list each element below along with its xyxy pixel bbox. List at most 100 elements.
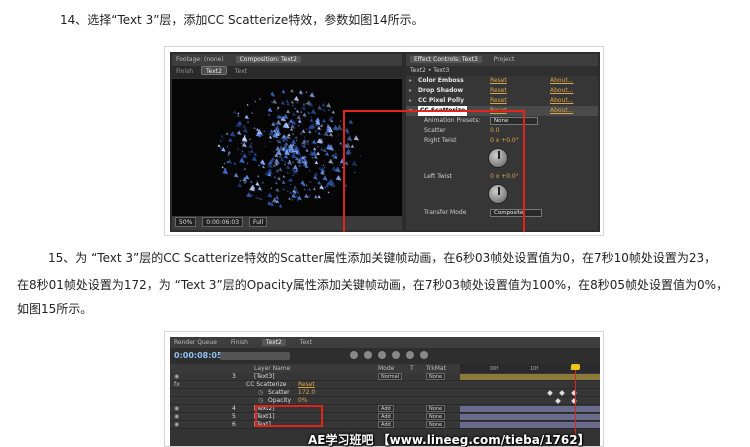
tab-project[interactable]: Project — [494, 56, 515, 63]
particle — [300, 180, 306, 186]
layer-row-text3[interactable]: ◉ 3 [Text3] Normal None — [170, 373, 600, 381]
particle — [291, 139, 297, 145]
visibility-eye-icon[interactable]: ◉ — [174, 421, 179, 429]
keyframe-diamond-icon[interactable] — [547, 390, 553, 396]
subtab-text[interactable]: Text — [235, 68, 247, 75]
effect-name[interactable]: CC Scatterize — [246, 381, 286, 389]
visibility-eye-icon[interactable]: ◉ — [174, 405, 179, 413]
particle — [294, 107, 297, 110]
visibility-eye-icon[interactable]: ◉ — [174, 373, 179, 381]
layer-mode-select[interactable]: Normal — [378, 373, 403, 380]
about-link[interactable]: About... — [550, 76, 573, 86]
particle — [310, 108, 317, 115]
layer-row-text[interactable]: ◉ 6 [Text] Add None — [170, 421, 600, 429]
layer-duration-bar[interactable] — [460, 422, 600, 428]
keyframe-diamond-icon[interactable] — [555, 398, 561, 404]
effect-reset-link[interactable]: Reset — [298, 381, 315, 389]
keyframe-diamond-icon[interactable] — [559, 390, 565, 396]
particle — [314, 160, 319, 165]
opacity-property-row[interactable]: ◷ Opacity 0% — [170, 397, 600, 405]
layer-duration-bar[interactable] — [460, 406, 600, 412]
stopwatch-icon[interactable]: ◷ — [258, 397, 263, 405]
frame-blending-icon[interactable] — [392, 351, 400, 359]
visibility-eye-icon[interactable]: ◉ — [174, 413, 179, 421]
about-link[interactable]: About... — [550, 96, 573, 106]
layer-number: 3 — [232, 373, 236, 380]
stopwatch-icon[interactable]: ◷ — [258, 389, 263, 397]
scatter-property-row[interactable]: ◷ Scatter 172.0 — [170, 389, 600, 397]
particle — [310, 116, 313, 119]
layer-row-text1[interactable]: ◉ 5 [Text1] Add None — [170, 413, 600, 421]
particle — [302, 112, 307, 117]
about-link[interactable]: About... — [550, 86, 573, 96]
particle — [274, 195, 280, 200]
tab-text[interactable]: Text — [300, 339, 312, 346]
comp-mini-flowchart-icon[interactable] — [350, 351, 358, 359]
particle — [220, 134, 223, 137]
effect-row-color-emboss[interactable]: ▸ Color Emboss Reset About... — [406, 76, 598, 86]
tab-text2[interactable]: Text2 — [261, 339, 286, 346]
effect-row-cc-pixel-polly[interactable]: ▸ CC Pixel Polly Reset About... — [406, 96, 598, 106]
layer-mode-select[interactable]: Add — [378, 413, 394, 420]
scatter-value[interactable]: 172.0 — [298, 389, 315, 397]
effects-group-row[interactable]: fx CC Scatterize Reset — [170, 381, 600, 389]
particle — [222, 137, 225, 139]
layer-trkmat-select[interactable]: None — [426, 405, 446, 412]
layer-trkmat-select[interactable]: None — [426, 413, 446, 420]
particle — [248, 143, 253, 149]
motion-blur-icon[interactable] — [406, 351, 414, 359]
subtab-finish[interactable]: Finish — [176, 68, 193, 75]
layer-mode-select[interactable]: Add — [378, 421, 394, 428]
timeline-timecode[interactable]: 0:00:08:05 — [174, 351, 223, 360]
particle — [308, 188, 311, 191]
particle — [286, 171, 290, 174]
resolution-select[interactable]: Full — [248, 217, 268, 227]
tab-footage[interactable]: Footage: (none) — [176, 56, 224, 63]
particle — [297, 119, 302, 124]
expand-triangle-icon[interactable]: ▸ — [409, 96, 412, 106]
graph-editor-icon[interactable] — [420, 351, 428, 359]
particle — [313, 147, 317, 151]
particle — [291, 160, 295, 164]
layer-trkmat-select[interactable]: None — [426, 421, 446, 428]
layer-duration-bar[interactable] — [460, 374, 600, 380]
particle — [306, 141, 310, 145]
layer-mode-select[interactable]: Add — [378, 405, 394, 412]
expand-triangle-icon[interactable]: ▸ — [409, 86, 412, 96]
reset-link[interactable]: Reset — [490, 76, 507, 86]
layer-trkmat-select[interactable]: None — [426, 373, 446, 380]
tab-composition[interactable]: Composition: Text2 — [235, 56, 301, 63]
particle — [276, 139, 280, 142]
subtab-text2[interactable]: Text2 — [201, 66, 227, 75]
particle — [286, 109, 291, 114]
col-layer-name[interactable]: Layer Name — [254, 364, 290, 373]
ruler-tick: 00f — [490, 366, 499, 372]
layer-duration-bar[interactable] — [460, 414, 600, 420]
tab-render-queue[interactable]: Render Queue — [174, 339, 217, 346]
opacity-value[interactable]: 0% — [298, 397, 308, 405]
col-t[interactable]: T — [410, 364, 414, 373]
tab-finish[interactable]: Finish — [231, 339, 248, 346]
particle — [291, 104, 295, 107]
particle — [239, 179, 242, 182]
layer-row-text2[interactable]: ◉ 4 [Text2] Add None — [170, 405, 600, 413]
col-trkmat[interactable]: TrkMat — [426, 364, 446, 373]
expand-triangle-icon[interactable]: ▸ — [409, 76, 412, 86]
particle — [311, 156, 314, 160]
tab-effect-controls[interactable]: Effect Controls: Text3 — [410, 56, 482, 63]
effect-row-drop-shadow[interactable]: ▸ Drop Shadow Reset About... — [406, 86, 598, 96]
zoom-select[interactable]: 50% — [175, 217, 197, 227]
current-time-display[interactable]: 0:00:06:03 — [202, 217, 244, 227]
particle — [257, 164, 261, 167]
timeline-search-input[interactable] — [220, 352, 290, 360]
reset-link[interactable]: Reset — [490, 96, 507, 106]
layer-name[interactable]: [Text3] — [254, 373, 275, 381]
particle — [248, 153, 251, 156]
col-mode[interactable]: Mode — [378, 364, 394, 373]
particle — [286, 189, 289, 193]
particle — [321, 107, 326, 112]
about-link[interactable]: About... — [550, 106, 573, 116]
draft-3d-icon[interactable] — [364, 351, 372, 359]
reset-link[interactable]: Reset — [490, 86, 507, 96]
hide-shy-layers-icon[interactable] — [378, 351, 386, 359]
